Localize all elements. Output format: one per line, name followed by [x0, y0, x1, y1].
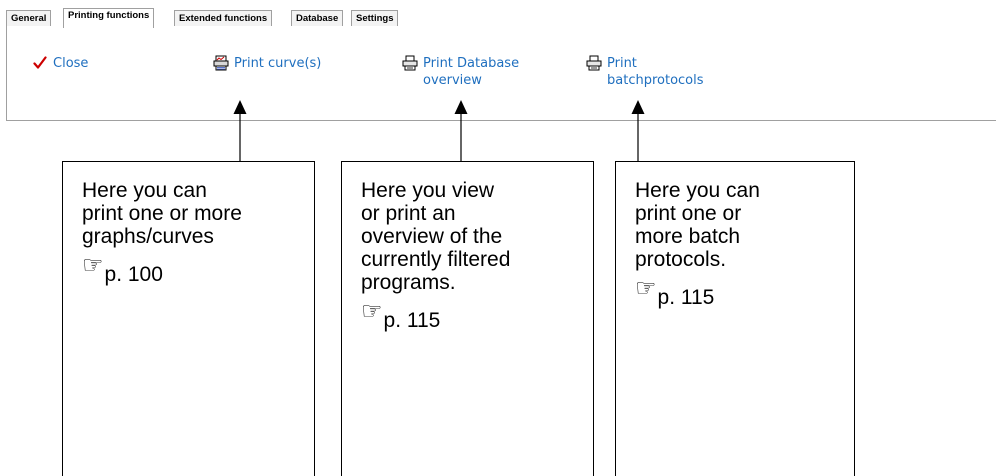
tab-settings[interactable]: Settings [351, 10, 399, 27]
page-reference: ☞ p. 115 [361, 298, 593, 333]
page-reference-number: p. 115 [383, 309, 441, 332]
callout-text: Here you can print one or more graphs/cu… [82, 179, 242, 248]
page-reference-number: p. 100 [104, 263, 163, 286]
page-reference-number: p. 115 [657, 286, 715, 309]
arrow-pointer-icon [454, 100, 468, 162]
arrow-pointer-icon [233, 100, 247, 162]
callout-print-curves: Here you can print one or more graphs/cu… [62, 161, 315, 476]
callout-text: Here you can print one or more batch pro… [635, 179, 760, 271]
print-database-overview-button[interactable]: Print Database overview [402, 55, 519, 89]
close-label: Close [53, 56, 89, 71]
print-chart-icon [213, 55, 229, 71]
tab-extended-functions[interactable]: Extended functions [174, 10, 273, 27]
tab-general[interactable]: General [6, 10, 52, 27]
checkmark-icon [32, 55, 48, 71]
callout-print-database-overview: Here you view or print an overview of th… [341, 161, 594, 476]
print-curves-button[interactable]: Print curve(s) [213, 55, 321, 72]
print-curves-label: Print curve(s) [234, 56, 322, 71]
printer-icon [402, 55, 418, 71]
callout-text: Here you view or print an overview of th… [361, 179, 511, 294]
pointing-hand-icon: ☞ [361, 298, 383, 325]
print-batchprotocols-label: Print batchprotocols [607, 56, 704, 88]
page-reference: ☞ p. 115 [635, 275, 854, 310]
tab-printing-functions[interactable]: Printing functions [63, 8, 155, 28]
print-batchprotocols-button[interactable]: Print batchprotocols [586, 55, 704, 89]
arrow-pointer-icon [631, 100, 645, 162]
printing-functions-panel: Close Print curve(s) Print Database over [6, 26, 996, 121]
print-database-overview-label: Print Database overview [423, 56, 520, 88]
tab-database[interactable]: Database [291, 10, 344, 27]
pointing-hand-icon: ☞ [635, 275, 657, 302]
pointing-hand-icon: ☞ [82, 252, 104, 279]
callout-print-batchprotocols: Here you can print one or more batch pro… [615, 161, 855, 476]
page-reference: ☞ p. 100 [82, 252, 314, 287]
printer-icon [586, 55, 602, 71]
tab-bar: General Printing functions Extended func… [6, 8, 996, 28]
close-button[interactable]: Close [32, 55, 88, 72]
